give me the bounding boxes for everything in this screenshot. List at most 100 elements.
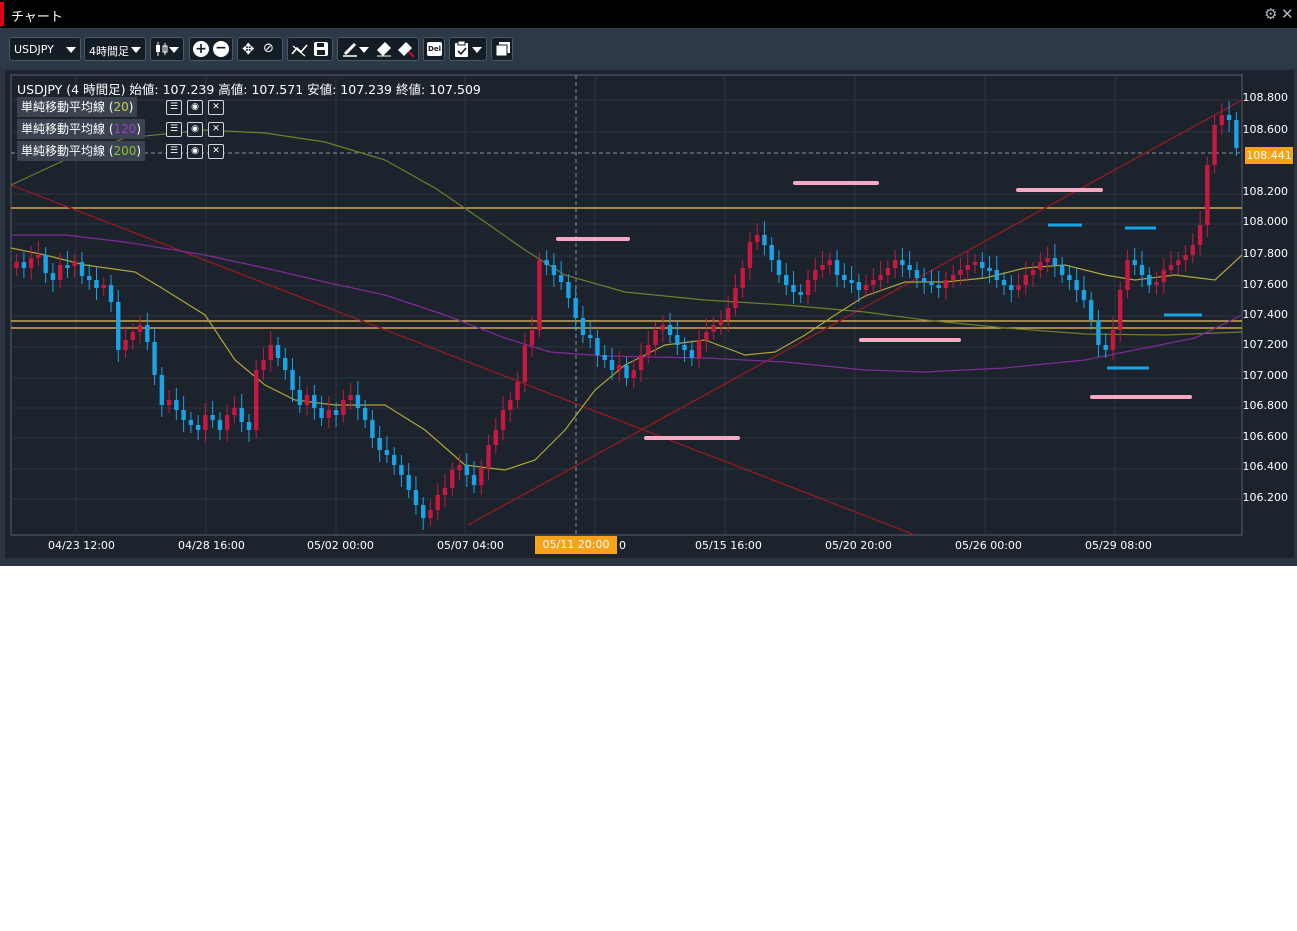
candle-body [254, 370, 259, 430]
candle-body [108, 285, 114, 302]
indicator-sma-120[interactable]: 単純移動平均線 (120) [17, 119, 146, 139]
candle-body [747, 242, 753, 268]
candle-body [892, 260, 898, 268]
candle-body [1052, 258, 1058, 265]
candle-body [537, 260, 542, 330]
candle-body [1168, 265, 1174, 270]
candle-body [791, 285, 796, 292]
candle-body [326, 410, 332, 418]
current-time-label: 05/11 20:00 [542, 538, 610, 551]
candle-body [631, 370, 636, 378]
candle-body [921, 278, 927, 282]
candle-body [951, 275, 956, 280]
candle-body [1154, 282, 1159, 285]
candle-body [123, 340, 128, 350]
eye-icon[interactable]: ◉ [187, 100, 203, 115]
x-tick-label: 05/26 00:00 [955, 539, 1022, 552]
draw-icon[interactable] [342, 41, 358, 57]
y-tick-label: 106.400 [1242, 460, 1289, 473]
candle-body [863, 285, 869, 290]
symbol-select[interactable]: USDJPY [9, 37, 81, 61]
candle-body [261, 360, 266, 370]
candle-body [805, 280, 811, 295]
save-icon[interactable] [313, 41, 329, 57]
candle-body [900, 260, 905, 265]
candle-body [355, 395, 361, 408]
candle-body [813, 270, 818, 280]
candle-body [754, 235, 760, 242]
candle-body [1226, 115, 1232, 120]
candle-body [174, 400, 179, 410]
candle-body [1234, 120, 1239, 148]
candle-body [145, 325, 150, 342]
candle-body [1081, 290, 1087, 300]
indicator-sma-20[interactable]: 単純移動平均線 (20) [17, 97, 138, 117]
candle-body [362, 408, 368, 420]
eraser-icon[interactable] [376, 41, 392, 57]
timeframe-select[interactable]: 4時間足 [84, 37, 146, 61]
candle-body [87, 276, 92, 280]
settings-icon[interactable]: ☰ [166, 144, 182, 159]
y-tick-label: 107.800 [1242, 247, 1289, 260]
candle-body [348, 395, 353, 400]
move-group: ✥ ⊘ [237, 37, 283, 61]
candle-body [1161, 270, 1166, 282]
candle-body [1139, 265, 1145, 275]
candle-body [500, 410, 506, 430]
candle-body [166, 400, 172, 405]
indicator-icon[interactable] [291, 42, 309, 58]
delete-icon: Del [427, 42, 442, 56]
candle-body [50, 273, 56, 280]
candle-body [1096, 320, 1101, 345]
clipboard-button[interactable] [449, 37, 487, 61]
candle-body [232, 408, 237, 415]
gear-icon[interactable]: ⚙ [1264, 6, 1277, 22]
chart-type-button[interactable] [150, 37, 184, 61]
y-tick-label: 108.600 [1242, 123, 1289, 136]
chart-area[interactable]: USDJPY (4 時間足) 始値: 107.239 高値: 107.571 安… [5, 70, 1294, 558]
candle-body [929, 282, 934, 285]
candle-body [1016, 285, 1021, 290]
candle-body [391, 455, 397, 465]
candle-body [319, 408, 324, 418]
settings-icon[interactable]: ☰ [166, 122, 182, 137]
candle-body [152, 342, 157, 375]
y-tick-label: 107.200 [1242, 338, 1289, 351]
eye-icon[interactable]: ◉ [187, 122, 203, 137]
eraser-all-icon[interactable] [397, 41, 415, 57]
zoom-in-icon[interactable]: + [193, 41, 209, 57]
reset-icon[interactable]: ⊘ [263, 41, 274, 56]
candle-body [195, 425, 201, 430]
zoom-out-icon[interactable]: − [213, 41, 229, 57]
candle-body [827, 260, 832, 265]
candle-body [290, 370, 295, 390]
indicator-group [287, 37, 333, 61]
candle-body [1147, 275, 1152, 285]
candle-body [675, 335, 680, 345]
indicator-sma-200[interactable]: 単純移動平均線 (200) [17, 141, 146, 161]
candle-body [283, 358, 288, 370]
candle-body [1103, 345, 1108, 350]
close-icon[interactable]: ✕ [208, 122, 224, 137]
candle-body [733, 288, 738, 308]
settings-icon[interactable]: ☰ [166, 100, 182, 115]
window-button[interactable] [491, 37, 513, 61]
close-icon[interactable]: ✕ [208, 144, 224, 159]
candle-body [1176, 260, 1181, 265]
eye-icon[interactable]: ◉ [187, 144, 203, 159]
delete-button[interactable]: Del [423, 37, 445, 61]
chart-window: チャート ⚙ ✕ USDJPY 4時間足 + − ✥ ⊘ Del USDJPY … [0, 0, 1297, 566]
chevron-down-icon [131, 47, 141, 53]
symbol-label: USDJPY [14, 43, 54, 56]
indicator-period: 200 [113, 144, 137, 158]
indicator-close: ) [136, 122, 142, 136]
candle-body [776, 260, 782, 275]
candle-body [965, 265, 970, 270]
toolbar: USDJPY 4時間足 + − ✥ ⊘ Del [0, 28, 1297, 68]
candle-body [871, 280, 876, 285]
move-icon[interactable]: ✥ [242, 40, 255, 58]
close-icon[interactable]: ✕ [208, 100, 224, 115]
close-icon[interactable]: ✕ [1281, 6, 1294, 22]
candle-body [21, 262, 27, 268]
candle-body [130, 332, 135, 340]
